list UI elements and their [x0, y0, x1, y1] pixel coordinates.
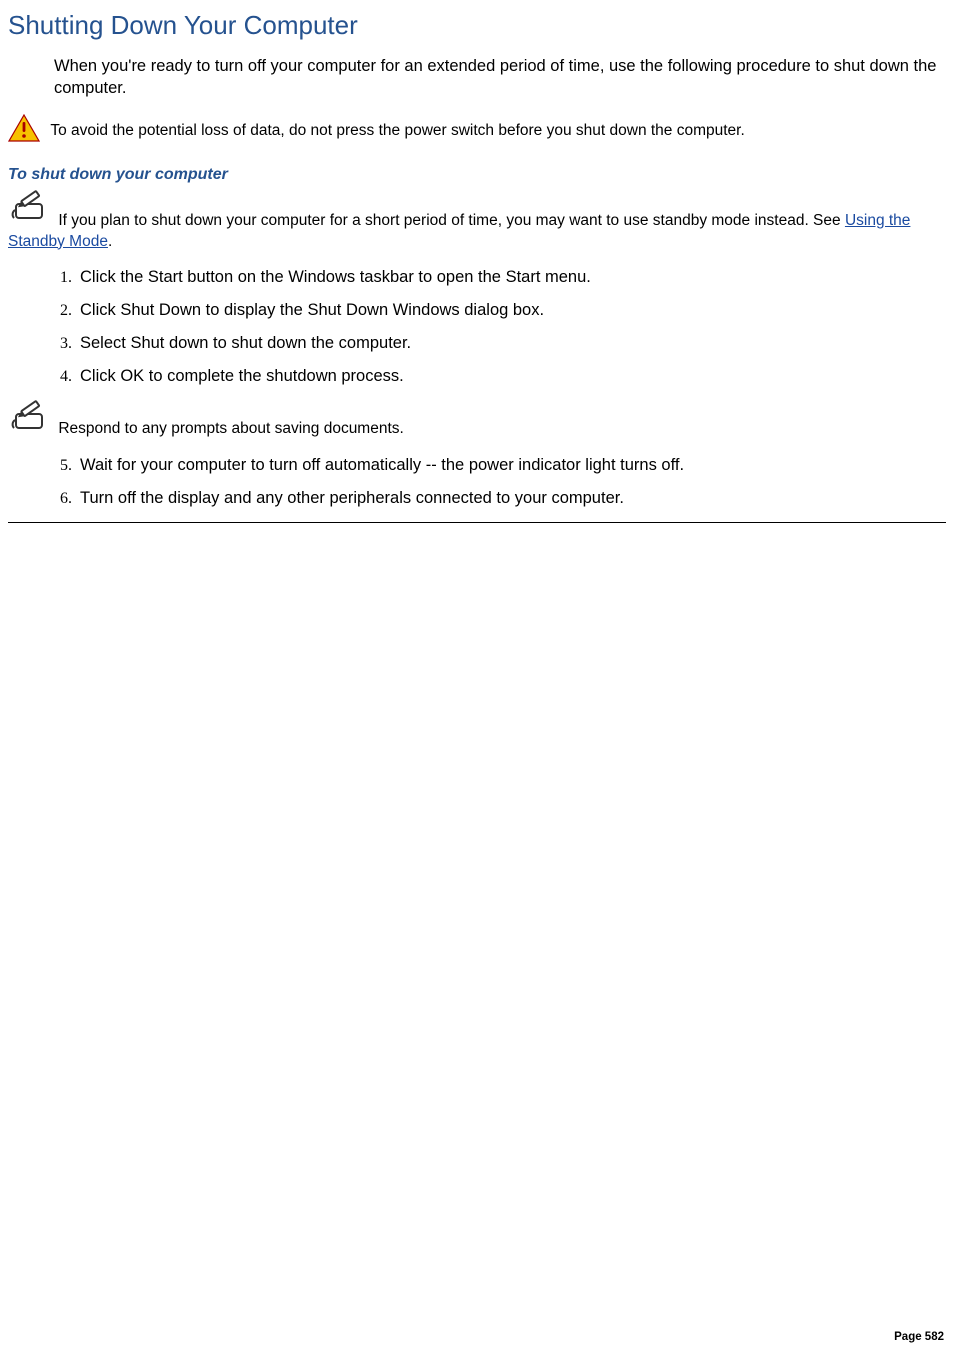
standby-note: If you plan to shut down your computer f…: [8, 190, 946, 253]
step-item: Turn off the display and any other perip…: [76, 489, 946, 508]
pencil-note-icon: [8, 400, 48, 437]
standby-note-prefix: If you plan to shut down your computer f…: [58, 212, 845, 229]
section-divider: [8, 522, 946, 523]
intro-paragraph: When you're ready to turn off your compu…: [54, 55, 946, 100]
step-item: Select Shut down to shut down the comput…: [76, 334, 946, 353]
warning-text: To avoid the potential loss of data, do …: [50, 122, 744, 139]
warning-triangle-icon: [8, 114, 40, 148]
step-item: Click Shut Down to display the Shut Down…: [76, 301, 946, 320]
pencil-note-icon: [8, 190, 48, 229]
warning-callout: To avoid the potential loss of data, do …: [8, 114, 946, 148]
step-item: Wait for your computer to turn off autom…: [76, 456, 946, 475]
page-number: Page 582: [894, 1331, 944, 1343]
section-subhead: To shut down your computer: [8, 166, 946, 184]
standby-note-suffix: .: [108, 233, 112, 250]
document-page: Shutting Down Your Computer When you're …: [0, 0, 954, 523]
page-title: Shutting Down Your Computer: [8, 10, 946, 41]
step-item: Click OK to complete the shutdown proces…: [76, 367, 946, 386]
steps-list-a: Click the Start button on the Windows ta…: [8, 268, 946, 386]
respond-prompts-text: Respond to any prompts about saving docu…: [58, 420, 404, 437]
steps-list-b: Wait for your computer to turn off autom…: [8, 456, 946, 508]
respond-prompts-note: Respond to any prompts about saving docu…: [8, 400, 946, 438]
step-item: Click the Start button on the Windows ta…: [76, 268, 946, 287]
